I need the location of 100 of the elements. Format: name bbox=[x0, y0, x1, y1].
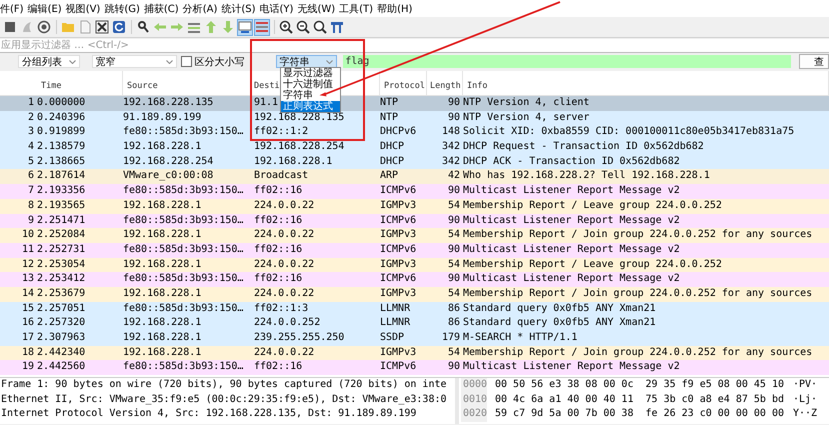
packet-row[interactable]: 13 2.253412 fe80::585d:3b93:150… ff02::16 ICMPv6 90 Multicast Listener Report Message v2 bbox=[0, 272, 829, 287]
packet-row[interactable]: 8 2.193565 192.168.228.1 224.0.0.22 IGMPv3 54 Membership Report / Leave group 224.0.0.252 bbox=[0, 198, 829, 214]
menu-item[interactable]: 件(F) bbox=[0, 2, 26, 16]
menu-item[interactable]: 视图(V) bbox=[64, 2, 102, 16]
table-cell: ff02::16 bbox=[254, 185, 302, 196]
menu-item[interactable]: 统计(S) bbox=[219, 2, 258, 16]
menu-item[interactable]: 编辑(E) bbox=[26, 2, 64, 16]
column-header[interactable]: Protocol bbox=[384, 81, 425, 91]
table-cell: Membership Report / Join group 224.0.0.252 for any sources bbox=[463, 346, 812, 358]
table-cell: Multicast Listener Report Message v2 bbox=[463, 244, 680, 255]
table-cell: 224.0.0.22 bbox=[254, 258, 314, 270]
table-cell: 192.168.228.1 bbox=[123, 229, 202, 240]
table-cell: 7 bbox=[28, 185, 34, 196]
close-icon[interactable] bbox=[94, 18, 110, 36]
table-cell: Standard query 0x0fb5 ANY Xman21 bbox=[463, 317, 656, 328]
column-header[interactable]: Time bbox=[41, 81, 62, 91]
dropdown-option[interactable]: 显示过滤器 bbox=[281, 68, 340, 79]
packet-row[interactable]: 18 2.442340 192.168.228.1 224.0.0.22 IGMPv3 54 Membership Report / Join group 224.0.0.252 for any sources bbox=[0, 346, 829, 360]
packet-row[interactable]: 11 2.252731 fe80::585d:3b93:150… ff02::16 ICMPv6 90 Multicast Listener Report Message v2 bbox=[0, 242, 829, 258]
find-button[interactable]: 查 bbox=[799, 54, 829, 69]
column-header[interactable]: Desti bbox=[254, 81, 280, 91]
dropdown-option[interactable]: 十六进制值 bbox=[281, 79, 340, 90]
column-header[interactable]: Info bbox=[467, 81, 488, 91]
packet-row[interactable]: 17 2.307963 192.168.228.1 239.255.255.250 SSDP 179 M-SEARCH * HTTP/1.1 bbox=[0, 331, 829, 346]
search-in-dropdown[interactable]: 分组列表 bbox=[18, 55, 80, 68]
menu-item[interactable]: 无线(W) bbox=[295, 2, 338, 16]
table-cell: fe80::585d:3b93:150… bbox=[123, 361, 244, 372]
zoom-out-icon[interactable] bbox=[295, 18, 311, 36]
table-cell: DHCPv6 bbox=[380, 126, 416, 138]
packet-row[interactable]: 10 2.252084 192.168.228.1 224.0.0.22 IGMPv3 54 Membership Report / Join group 224.0.0.252 for any sources bbox=[0, 228, 829, 243]
packet-row[interactable]: 2 0.240396 91.189.89.199 192.168.228.135 NTP 90 NTP Version 4, server bbox=[0, 110, 829, 126]
packet-row[interactable]: 3 0.919899 fe80::585d:3b93:150… ff02::1:2 DHCPv6 148 Solicit XID: 0xba8559 CID: 000100011c80e05b3417eb831a75 bbox=[0, 125, 829, 140]
table-cell: ff02::16 bbox=[254, 214, 302, 226]
table-cell: NTP bbox=[380, 97, 398, 108]
table-cell: Multicast Listener Report Message v2 bbox=[463, 273, 680, 284]
table-cell: 192.168.228.135 bbox=[123, 97, 214, 108]
table-cell: DHCP bbox=[380, 156, 404, 167]
table-cell: 14 bbox=[22, 288, 34, 299]
table-cell: 19 bbox=[22, 361, 34, 372]
table-cell: NTP Version 4, client bbox=[463, 97, 590, 108]
packet-row[interactable]: 12 2.253054 192.168.228.1 224.0.0.22 IGMPv3 54 Membership Report / Leave group 224.0.0.252 bbox=[0, 258, 829, 272]
display-filter-field[interactable]: 应用显示过滤器 … <Ctrl-/> bbox=[0, 39, 829, 53]
charset-dropdown[interactable]: 宽窄 bbox=[92, 55, 177, 68]
packet-row[interactable]: 14 2.253679 192.168.228.1 224.0.0.22 IGMPv3 54 Membership Report / Join group 224.0.0.252 for any sources bbox=[0, 286, 829, 302]
table-cell: 192.168.228.254 bbox=[254, 141, 344, 152]
table-cell: 0.919899 bbox=[37, 126, 86, 138]
packet-row[interactable]: 9 2.251471 fe80::585d:3b93:150… ff02::16 ICMPv6 90 Multicast Listener Report Message v2 bbox=[0, 214, 829, 228]
search-type-dropdown[interactable]: 字符串 bbox=[276, 55, 338, 68]
reload-icon[interactable] bbox=[111, 18, 127, 36]
menu-item[interactable]: 分析(A) bbox=[180, 2, 220, 16]
table-cell: 90 bbox=[448, 185, 460, 196]
table-cell: 2.252084 bbox=[37, 229, 86, 240]
menu-item[interactable]: 帮助(H) bbox=[375, 2, 414, 16]
table-cell: 192.168.228.135 bbox=[254, 112, 344, 123]
table-cell: 2.251471 bbox=[37, 214, 86, 226]
detail-line[interactable]: Ethernet II, Src: VMware_35:f9:e5 (00:0c:29:35:f9:e5), Dst: VMware_e3:38:0 bbox=[1, 394, 447, 404]
menu-item[interactable]: 捕获(C) bbox=[142, 2, 181, 16]
packet-row[interactable]: 16 2.257320 192.168.228.1 224.0.0.252 LLMNR 86 Standard query 0x0fb5 ANY Xman21 bbox=[0, 316, 829, 331]
menu-item[interactable]: 电话(Y) bbox=[258, 2, 296, 16]
table-cell: IGMPv3 bbox=[380, 229, 416, 240]
restart-icon[interactable] bbox=[36, 18, 52, 36]
table-cell: 3 bbox=[28, 126, 34, 138]
packet-row[interactable]: 5 2.138665 192.168.228.254 192.168.228.1 DHCP 342 DHCP ACK - Transaction ID 0x562db682 bbox=[0, 154, 829, 170]
table-cell: 2.442560 bbox=[37, 361, 86, 372]
table-cell: 192.168.228.1 bbox=[123, 346, 202, 358]
table-cell: 224.0.0.22 bbox=[254, 200, 314, 211]
table-cell: ff02::1:3 bbox=[254, 302, 308, 314]
table-cell: 91.189.89.199 bbox=[123, 112, 202, 123]
detail-line[interactable]: Frame 1: 90 bytes on wire (720 bits), 90 bytes captured (720 bits) on inte bbox=[1, 379, 447, 390]
table-cell: IGMPv3 bbox=[380, 288, 416, 299]
packet-row[interactable]: 19 2.442560 fe80::585d:3b93:150… ff02::16 ICMPv6 90 Multicast Listener Report Message v2 bbox=[0, 360, 829, 376]
magnifier-icon[interactable] bbox=[312, 18, 328, 36]
packet-row[interactable]: 7 2.193356 fe80::585d:3b93:150… ff02::16 ICMPv6 90 Multicast Listener Report Message v2 bbox=[0, 184, 829, 199]
lines-icon[interactable] bbox=[254, 18, 270, 36]
table-cell: 17 bbox=[22, 332, 34, 343]
detail-line[interactable]: Internet Protocol Version 4, Src: 192.168.228.135, Dst: 91.189.89.199 bbox=[1, 408, 416, 419]
checkbox[interactable] bbox=[180, 56, 192, 67]
zoom-in-icon[interactable] bbox=[278, 18, 294, 36]
menu-item[interactable]: 工具(T) bbox=[337, 2, 376, 16]
column-header[interactable]: Length bbox=[430, 81, 461, 91]
table-cell: Multicast Listener Report Message v2 bbox=[463, 214, 680, 226]
column-header[interactable]: Source bbox=[127, 81, 158, 91]
packet-row[interactable]: 4 2.138579 192.168.228.1 192.168.228.254 DHCP 342 DHCP Request - Transaction ID 0x562db682 bbox=[0, 140, 829, 155]
list-icon[interactable] bbox=[237, 18, 253, 36]
table-cell: 16 bbox=[22, 317, 34, 328]
table-cell: 342 bbox=[442, 141, 460, 152]
packet-row[interactable]: 15 2.257051 fe80::585d:3b93:150… ff02::1:3 LLMNR 86 Standard query 0x0fb5 ANY Xman21 bbox=[0, 302, 829, 316]
dropdown-option[interactable]: 正则表达式 bbox=[281, 101, 340, 112]
search-icon[interactable] bbox=[135, 18, 151, 36]
table-cell: IGMPv3 bbox=[380, 258, 416, 270]
table-cell: 342 bbox=[442, 156, 460, 167]
packet-row[interactable]: 6 2.187614 VMware_c0:00:08 Broadcast ARP 42 Who has 192.168.228.2? Tell 192.168.228.1 bbox=[0, 169, 829, 184]
table-cell: 192.168.228.1 bbox=[123, 200, 202, 211]
table-cell: 90 bbox=[448, 244, 460, 255]
table-cell: ff02::16 bbox=[254, 361, 302, 372]
table-cell: 90 bbox=[448, 112, 460, 123]
table-cell: 86 bbox=[448, 302, 460, 314]
table-cell: LLMNR bbox=[380, 302, 410, 314]
table-cell: Multicast Listener Report Message v2 bbox=[463, 361, 680, 372]
menu-item[interactable]: 跳转(G) bbox=[102, 2, 142, 16]
